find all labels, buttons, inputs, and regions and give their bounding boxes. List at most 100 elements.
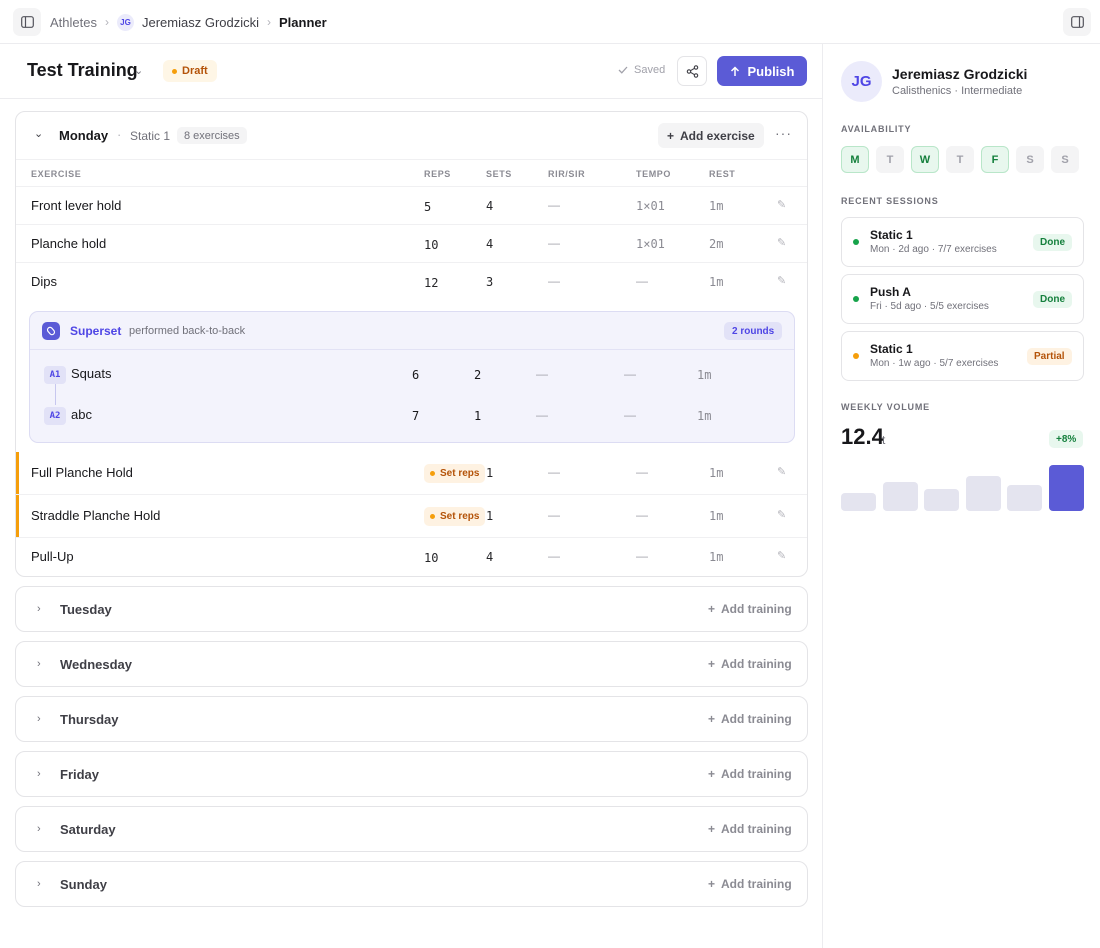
breadcrumb-athlete[interactable]: Jeremiasz Grodzicki (142, 15, 259, 30)
sets-value[interactable]: 4 (486, 199, 493, 213)
reps-value[interactable]: 6 (412, 368, 419, 382)
day-card-thursday[interactable]: › Thursday + Add training (15, 696, 808, 742)
availability-day[interactable]: S (1016, 146, 1044, 173)
toggle-sidebar-icon[interactable] (13, 8, 41, 36)
day-header[interactable]: ⌄ Monday · Static 1 8 exercises + Add ex… (16, 112, 807, 159)
superset-item[interactable]: A2 abc 7 1 — — 1m (30, 395, 794, 436)
chevron-down-icon[interactable]: ⌄ (134, 64, 143, 77)
rest-value[interactable]: 1m (709, 550, 723, 564)
add-exercise-button[interactable]: + Add exercise (658, 123, 764, 148)
add-training-button[interactable]: + Add training (708, 822, 792, 836)
sets-value[interactable]: 4 (486, 237, 493, 251)
sets-value[interactable]: 1 (474, 409, 481, 423)
exercise-name: Pull-Up (31, 549, 74, 564)
add-training-button[interactable]: + Add training (708, 712, 792, 726)
edit-icon[interactable]: ✎ (777, 198, 786, 211)
table-row[interactable]: Straddle Planche Hold Set reps 1 — — 1m … (16, 495, 807, 538)
breadcrumb-athletes[interactable]: Athletes (50, 15, 97, 30)
availability-day[interactable]: T (946, 146, 974, 173)
page-title[interactable]: Test Training (27, 60, 138, 81)
day-card-tuesday[interactable]: › Tuesday + Add training (15, 586, 808, 632)
sets-value[interactable]: 3 (486, 275, 493, 289)
reps-value[interactable]: 12 (424, 276, 438, 290)
availability-day[interactable]: T (876, 146, 904, 173)
tempo-value[interactable]: — (624, 367, 636, 381)
session-card[interactable]: Push A Fri · 5d ago · 5/5 exercises Done (841, 274, 1084, 324)
rir-value[interactable]: — (548, 508, 560, 522)
chevron-right-icon[interactable]: › (37, 658, 41, 670)
chevron-down-icon[interactable]: ⌄ (34, 127, 43, 140)
set-reps-badge[interactable]: Set reps (424, 464, 486, 483)
status-badge: Draft (163, 60, 217, 82)
more-options-icon[interactable]: ··· (775, 125, 792, 141)
rir-value[interactable]: — (548, 198, 560, 212)
session-card[interactable]: Static 1 Mon · 1w ago · 5/7 exercises Pa… (841, 331, 1084, 381)
edit-icon[interactable]: ✎ (777, 508, 786, 521)
edit-icon[interactable]: ✎ (777, 236, 786, 249)
availability-day[interactable]: F (981, 146, 1009, 173)
reps-value[interactable]: 7 (412, 409, 419, 423)
rest-value[interactable]: 1m (709, 509, 723, 523)
athlete-name[interactable]: Jeremiasz Grodzicki (892, 66, 1027, 82)
add-training-button[interactable]: + Add training (708, 877, 792, 891)
day-card-friday[interactable]: › Friday + Add training (15, 751, 808, 797)
rounds-badge[interactable]: 2 rounds (724, 322, 783, 340)
rir-value[interactable]: — (548, 549, 560, 563)
share-button[interactable] (677, 56, 707, 86)
tempo-value[interactable]: — (624, 408, 636, 422)
tempo-value[interactable]: — (636, 465, 648, 479)
availability-day[interactable]: S (1051, 146, 1079, 173)
rest-value[interactable]: 1m (709, 466, 723, 480)
sets-value[interactable]: 4 (486, 550, 493, 564)
day-card-saturday[interactable]: › Saturday + Add training (15, 806, 808, 852)
superset-item[interactable]: A1 Squats 6 2 — — 1m (30, 354, 794, 395)
rir-value[interactable]: — (548, 465, 560, 479)
reps-value[interactable]: 10 (424, 551, 438, 565)
chevron-right-icon[interactable]: › (37, 823, 41, 835)
availability-day[interactable]: W (911, 146, 939, 173)
rest-value[interactable]: 1m (697, 409, 711, 423)
tempo-value[interactable]: — (636, 508, 648, 522)
rest-value[interactable]: 1m (697, 368, 711, 382)
chevron-right-icon[interactable]: › (37, 768, 41, 780)
rir-value[interactable]: — (536, 408, 548, 422)
add-training-button[interactable]: + Add training (708, 657, 792, 671)
tempo-value[interactable]: — (636, 549, 648, 563)
day-card-wednesday[interactable]: › Wednesday + Add training (15, 641, 808, 687)
sets-value[interactable]: 1 (486, 509, 493, 523)
tempo-value[interactable]: 1×01 (636, 237, 665, 251)
warning-dot-icon (430, 514, 435, 519)
recent-sessions-label: RECENT SESSIONS (841, 196, 939, 206)
rir-value[interactable]: — (536, 367, 548, 381)
chevron-right-icon[interactable]: › (37, 603, 41, 615)
reps-value[interactable]: 10 (424, 238, 438, 252)
rir-value[interactable]: — (548, 274, 560, 288)
edit-icon[interactable]: ✎ (777, 274, 786, 287)
chevron-right-icon[interactable]: › (37, 713, 41, 725)
edit-icon[interactable]: ✎ (777, 465, 786, 478)
rest-value[interactable]: 1m (709, 199, 723, 213)
session-card[interactable]: Static 1 Mon · 2d ago · 7/7 exercises Do… (841, 217, 1084, 267)
tempo-value[interactable]: — (636, 274, 648, 288)
set-reps-badge[interactable]: Set reps (424, 507, 486, 526)
edit-icon[interactable]: ✎ (777, 549, 786, 562)
toggle-panel-icon[interactable] (1063, 8, 1091, 36)
add-training-button[interactable]: + Add training (708, 767, 792, 781)
rir-value[interactable]: — (548, 236, 560, 250)
table-row[interactable]: Full Planche Hold Set reps 1 — — 1m ✎ (16, 452, 807, 495)
table-row[interactable]: Planche hold 10 4 — 1×01 2m ✎ (16, 225, 807, 263)
day-card-sunday[interactable]: › Sunday + Add training (15, 861, 808, 907)
chevron-right-icon[interactable]: › (37, 878, 41, 890)
table-row[interactable]: Pull-Up 10 4 — — 1m ✎ (16, 538, 807, 576)
sets-value[interactable]: 2 (474, 368, 481, 382)
add-training-button[interactable]: + Add training (708, 602, 792, 616)
sets-value[interactable]: 1 (486, 466, 493, 480)
publish-button[interactable]: Publish (717, 56, 807, 86)
availability-day[interactable]: M (841, 146, 869, 173)
table-row[interactable]: Dips 12 3 — — 1m ✎ (16, 263, 807, 301)
rest-value[interactable]: 1m (709, 275, 723, 289)
table-row[interactable]: Front lever hold 5 4 — 1×01 1m ✎ (16, 187, 807, 225)
tempo-value[interactable]: 1×01 (636, 199, 665, 213)
rest-value[interactable]: 2m (709, 237, 723, 251)
reps-value[interactable]: 5 (424, 200, 431, 214)
